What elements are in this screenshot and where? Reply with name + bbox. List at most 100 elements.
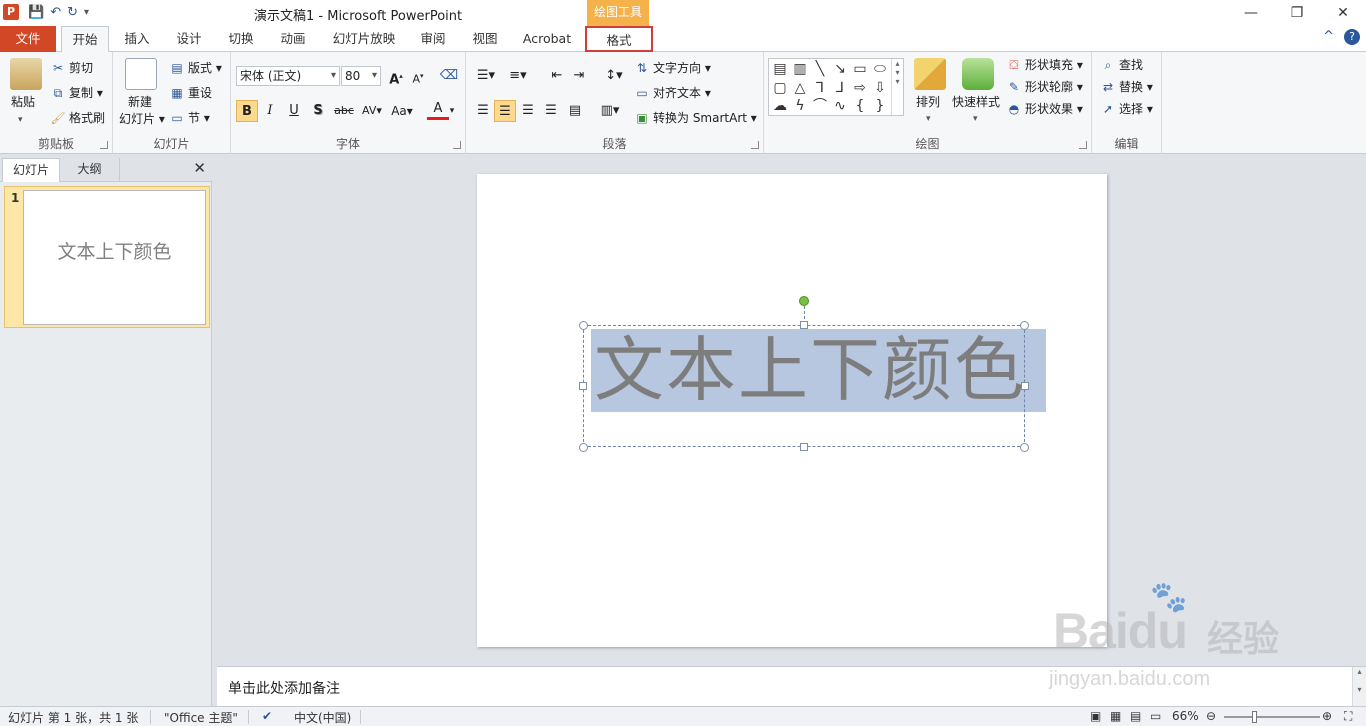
resize-handle-bottom-left[interactable] [579, 443, 588, 452]
font-launcher-icon[interactable] [453, 141, 461, 149]
tab-insert[interactable]: 插入 [114, 26, 160, 52]
left-brace-shape-icon[interactable]: { [851, 97, 869, 115]
rotation-handle[interactable] [799, 296, 809, 306]
textbox-selection-frame[interactable] [583, 325, 1025, 447]
format-painter-button[interactable]: 🖌 格式刷 [50, 110, 105, 126]
spell-check-icon[interactable]: ✔ [262, 709, 272, 723]
language-indicator[interactable]: 中文(中国) [294, 709, 351, 726]
save-icon[interactable]: 💾 [28, 4, 44, 22]
clear-formatting-icon[interactable]: ⌫ [438, 65, 460, 87]
decrease-indent-button[interactable]: ⇤ [546, 65, 568, 87]
resize-handle-top-left[interactable] [579, 321, 588, 330]
align-center-button[interactable]: ☰ [494, 100, 516, 122]
restore-button[interactable]: ❐ [1274, 0, 1320, 26]
tab-acrobat[interactable]: Acrobat [514, 26, 580, 52]
quick-styles-icon[interactable] [962, 58, 994, 90]
shape-effects-button[interactable]: ◓ 形状效果 ▾ [1006, 101, 1083, 117]
align-text-button[interactable]: ▭ 对齐文本 ▾ [634, 85, 711, 101]
redo-icon[interactable]: ↻ [67, 4, 78, 22]
numbering-button[interactable]: ≡▾ [504, 65, 532, 87]
align-left-button[interactable]: ☰ [472, 100, 494, 122]
tab-design[interactable]: 设计 [166, 26, 212, 52]
shapes-gallery[interactable]: ▤ ▥ ╲ ↘ ▭ ⬭ ▢ △ ⅂ ⅃ ⇨ ⇩ ☁ ϟ ⌒ ∿ { } ▴ ▾ ▾ [768, 58, 904, 116]
clipboard-launcher-icon[interactable] [100, 141, 108, 149]
slide-thumbnail-image[interactable]: 文本上下颜色 [23, 190, 206, 325]
rectangle-shape-icon[interactable]: ▭ [851, 60, 869, 78]
close-button[interactable]: ✕ [1320, 0, 1366, 26]
minimize-button[interactable]: — [1228, 0, 1274, 26]
change-case-button[interactable]: Aa▾ [389, 100, 415, 122]
curve-shape-icon[interactable]: ∿ [831, 97, 849, 115]
section-button[interactable]: ▭ 节 ▾ [169, 110, 210, 126]
vertical-textbox-shape-icon[interactable]: ▥ [791, 60, 809, 78]
select-button[interactable]: ➚ 选择 ▾ [1100, 101, 1153, 117]
notes-scrollbar[interactable]: ▴ ▾ [1352, 667, 1366, 707]
cloud-shape-icon[interactable]: ☁ [771, 97, 789, 115]
tab-transitions[interactable]: 切换 [218, 26, 264, 52]
down-arrow-shape-icon[interactable]: ⇩ [871, 79, 889, 97]
new-slide-label[interactable]: 新建 [128, 94, 152, 110]
resize-handle-bottom-right[interactable] [1020, 443, 1029, 452]
fit-to-window-icon[interactable]: ⛶ [1344, 709, 1352, 724]
shrink-font-button[interactable]: A▾ [407, 65, 429, 87]
reading-view-icon[interactable]: ▤ [1130, 709, 1141, 723]
increase-indent-button[interactable]: ⇥ [568, 65, 590, 87]
tab-slideshow[interactable]: 幻灯片放映 [322, 26, 406, 52]
new-slide-dropdown[interactable]: 幻灯片 ▾ [119, 111, 165, 127]
underline-button[interactable]: U [283, 100, 305, 122]
tab-animations[interactable]: 动画 [270, 26, 316, 52]
bold-button[interactable]: B [236, 100, 258, 122]
columns-button[interactable]: ▥▾ [596, 100, 624, 122]
convert-smartart-button[interactable]: ▣ 转换为 SmartArt ▾ [634, 110, 756, 126]
zoom-level[interactable]: 66% [1172, 709, 1199, 723]
zoom-slider-thumb[interactable] [1252, 711, 1257, 723]
font-color-dropdown-icon[interactable]: ▾ [447, 100, 457, 122]
line-spacing-button[interactable]: ↕▾ [600, 65, 628, 87]
normal-view-icon[interactable]: ▣ [1090, 709, 1101, 723]
slide-thumbnail-1[interactable]: 1 文本上下颜色 [4, 186, 210, 328]
align-right-button[interactable]: ☰ [517, 100, 539, 122]
find-button[interactable]: ⌕ 查找 [1100, 57, 1143, 73]
triangle-shape-icon[interactable]: △ [791, 79, 809, 97]
shadow-button[interactable]: S [307, 100, 329, 122]
tab-slides-pane[interactable]: 幻灯片 [2, 158, 60, 182]
paste-dropdown-icon[interactable]: ▾ [18, 112, 23, 128]
zoom-out-icon[interactable]: ⊖ [1206, 709, 1216, 723]
quick-styles-button[interactable]: 快速样式 [952, 94, 1000, 110]
tab-outline-pane[interactable]: 大纲 [60, 158, 120, 182]
gallery-scroll[interactable]: ▴ ▾ ▾ [891, 59, 903, 115]
shape-outline-button[interactable]: ✎ 形状轮廓 ▾ [1006, 79, 1083, 95]
character-spacing-button[interactable]: AV▾ [359, 100, 385, 122]
lightning-shape-icon[interactable]: ϟ [791, 97, 809, 115]
grow-font-button[interactable]: A▴ [385, 65, 407, 87]
new-slide-icon[interactable] [125, 58, 157, 90]
theme-name[interactable]: "Office 主题" [164, 709, 238, 726]
distributed-button[interactable]: ▤ [564, 100, 586, 122]
cut-button[interactable]: ✂ 剪切 [50, 60, 93, 76]
tab-review[interactable]: 审阅 [410, 26, 456, 52]
elbow-arrow-shape-icon[interactable]: ⅃ [831, 79, 849, 97]
layout-button[interactable]: ▤ 版式 ▾ [169, 60, 222, 76]
arrange-icon[interactable] [914, 58, 946, 90]
notes-pane[interactable]: 单击此处添加备注 ▴ ▾ [217, 666, 1366, 707]
tab-home[interactable]: 开始 [61, 26, 109, 53]
tab-format[interactable]: 格式 [585, 26, 653, 52]
collapse-ribbon-icon[interactable]: ^ [1323, 29, 1334, 45]
resize-handle-right[interactable] [1021, 382, 1029, 390]
strikethrough-button[interactable]: abc [331, 100, 357, 122]
elbow-connector-shape-icon[interactable]: ⅂ [811, 79, 829, 97]
zoom-slider[interactable] [1224, 716, 1320, 718]
line-shape-icon[interactable]: ╲ [811, 60, 829, 78]
paragraph-launcher-icon[interactable] [751, 141, 759, 149]
copy-button[interactable]: ⧉ 复制 ▾ [50, 85, 103, 101]
font-color-button[interactable]: A [427, 100, 449, 120]
font-name-combo[interactable]: 宋体 (正文) [236, 66, 340, 86]
resize-handle-bottom[interactable] [800, 443, 808, 451]
arrow-line-shape-icon[interactable]: ↘ [831, 60, 849, 78]
slideshow-view-icon[interactable]: ▭ [1150, 709, 1161, 723]
resize-handle-top-right[interactable] [1020, 321, 1029, 330]
customize-icon[interactable]: ▾ [84, 4, 89, 22]
resize-handle-top[interactable] [800, 321, 808, 329]
notes-placeholder[interactable]: 单击此处添加备注 [228, 678, 340, 698]
close-pane-icon[interactable]: ✕ [193, 159, 206, 177]
